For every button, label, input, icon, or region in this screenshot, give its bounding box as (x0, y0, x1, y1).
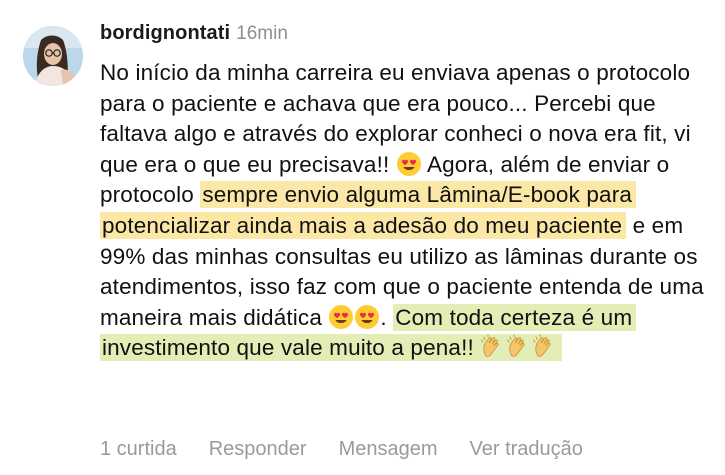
avatar[interactable] (23, 26, 83, 86)
username[interactable]: bordignontati (100, 22, 230, 45)
translate-button[interactable]: Ver tradução (470, 438, 583, 461)
profile-photo (23, 26, 83, 86)
clapping-hands-emoji-icon (532, 334, 558, 360)
comment: bordignontati 16min No início da minha c… (0, 0, 725, 475)
clapping-hands-emoji-icon (506, 334, 532, 360)
clapping-hands-emoji-icon (480, 334, 506, 360)
comment-text: No início da minha carreira eu enviava a… (100, 58, 705, 364)
message-button[interactable]: Mensagem (339, 438, 438, 461)
heart-eyes-emoji-icon (396, 151, 422, 177)
comment-actions: 1 curtida Responder Mensagem Ver traduçã… (100, 438, 615, 461)
heart-eyes-emoji-icon (328, 304, 354, 330)
heart-eyes-emoji-icon (354, 304, 380, 330)
timestamp: 16min (236, 23, 288, 44)
comment-header: bordignontati 16min (100, 22, 288, 56)
likes-count-button[interactable]: 1 curtida (100, 438, 177, 461)
reply-button[interactable]: Responder (209, 438, 307, 461)
comment-text-part: . (380, 304, 394, 330)
